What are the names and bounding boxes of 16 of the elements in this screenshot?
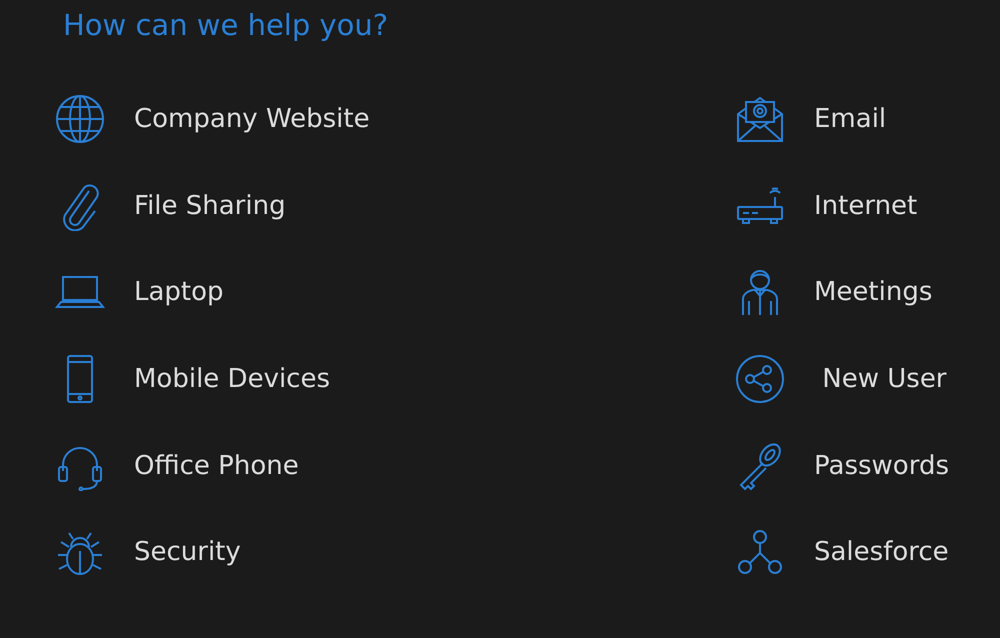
globe-icon <box>55 94 105 144</box>
item-label[interactable]: Office Phone <box>134 450 299 481</box>
item-label[interactable]: Security <box>134 537 241 568</box>
item-label[interactable]: Laptop <box>134 277 224 308</box>
envelope-icon <box>735 94 785 144</box>
item-label[interactable]: Company Website <box>134 104 370 134</box>
page-title: How can we help you? <box>63 8 390 42</box>
share-icon <box>735 354 785 404</box>
item-label[interactable]: New User <box>814 364 947 394</box>
item-label[interactable]: Email <box>814 104 886 134</box>
item-label[interactable]: Salesforce <box>814 537 949 568</box>
item-label[interactable]: Passwords <box>814 450 949 481</box>
item-label[interactable]: File Sharing <box>134 190 286 221</box>
item-label[interactable]: Mobile Devices <box>134 364 330 394</box>
item-label[interactable]: Meetings <box>814 277 932 308</box>
item-label[interactable]: Internet <box>814 190 918 221</box>
